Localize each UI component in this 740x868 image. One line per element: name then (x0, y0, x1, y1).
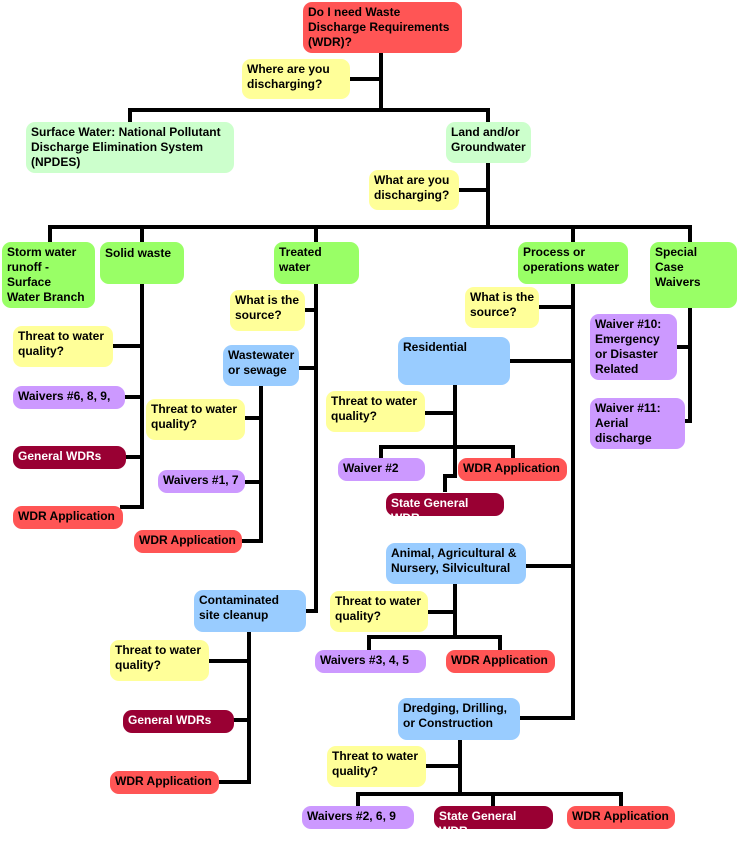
connector (111, 344, 144, 509)
contaminated-general-wdrs[interactable]: General WDRs (123, 710, 234, 733)
connector (128, 108, 490, 124)
waiver-11-aerial-discharge[interactable]: Waiver #11: Aerial discharge (590, 398, 685, 449)
residential-threat-question[interactable]: Threat to water quality? (326, 391, 425, 432)
source-wastewater-sewage[interactable]: Wastewater or sewage (223, 345, 299, 386)
connector (356, 792, 623, 808)
source-residential[interactable]: Residential (398, 337, 510, 385)
contaminated-wdr-application[interactable]: WDR Application (110, 771, 219, 794)
treated-source-question[interactable]: What is the source? (230, 290, 305, 331)
connector (297, 308, 318, 613)
source-animal-agricultural[interactable]: Animal, Agricultural & Nursery, Silvicul… (386, 543, 526, 584)
wastewater-wdr-application[interactable]: WDR Application (134, 530, 242, 553)
animal-wdr-application[interactable]: WDR Application (446, 650, 555, 673)
source-contaminated-site-cleanup[interactable]: Contaminated site cleanup (194, 590, 306, 632)
connector (48, 225, 692, 244)
residential-waiver[interactable]: Waiver #2 (338, 458, 425, 481)
process-source-question[interactable]: What is the source? (465, 287, 539, 328)
dredging-waivers[interactable]: Waivers #2, 6, 9 (302, 806, 414, 829)
category-storm-water[interactable]: Storm water runoff - Surface Water Branc… (2, 242, 95, 308)
dredging-threat-question[interactable]: Threat to water quality? (327, 746, 426, 787)
dredging-state-general-wdr[interactable]: State General WDR (434, 806, 553, 838)
wastewater-threat-question[interactable]: Threat to water quality? (146, 399, 245, 440)
solid-waste-wdr-application[interactable]: WDR Application (13, 506, 123, 529)
category-solid-waste[interactable]: Solid waste (100, 242, 184, 284)
connector (443, 383, 457, 492)
source-dredging-drilling-construction[interactable]: Dredging, Drilling, or Construction (398, 698, 520, 740)
connector (379, 445, 515, 460)
solid-waste-threat-question[interactable]: Threat to water quality? (13, 326, 113, 367)
animal-threat-question[interactable]: Threat to water quality? (330, 591, 428, 632)
category-process-water[interactable]: Process or operations water (518, 242, 628, 284)
category-special-case-waivers[interactable]: Special Case Waivers (650, 242, 737, 308)
connector (367, 635, 502, 652)
dredging-wdr-application[interactable]: WDR Application (567, 806, 675, 829)
animal-waivers[interactable]: Waivers #3, 4, 5 (315, 650, 426, 673)
node-surface-water-npdes[interactable]: Surface Water: National Pollutant Discha… (26, 122, 234, 173)
contaminated-threat-question[interactable]: Threat to water quality? (110, 640, 209, 681)
root-question[interactable]: Do I need Waste Discharge Requirements (… (303, 2, 462, 53)
solid-waste-waivers[interactable]: Waivers #6, 8, 9, (13, 386, 125, 409)
residential-wdr-application[interactable]: WDR Application (458, 458, 567, 481)
waiver-10-emergency[interactable]: Waiver #10: Emergency or Disaster Relate… (590, 314, 677, 380)
residential-state-general-wdr[interactable]: State General WDR (386, 493, 504, 525)
node-land-groundwater[interactable]: Land and/or Groundwater (446, 122, 531, 163)
question-where-discharging[interactable]: Where are you discharging? (242, 59, 350, 99)
question-what-discharging[interactable]: What are you discharging? (369, 170, 459, 210)
solid-waste-general-wdrs[interactable]: General WDRs (13, 446, 126, 469)
category-treated-water[interactable]: Treated water (274, 242, 359, 284)
wastewater-waivers[interactable]: Waivers #1, 7 (158, 470, 245, 493)
